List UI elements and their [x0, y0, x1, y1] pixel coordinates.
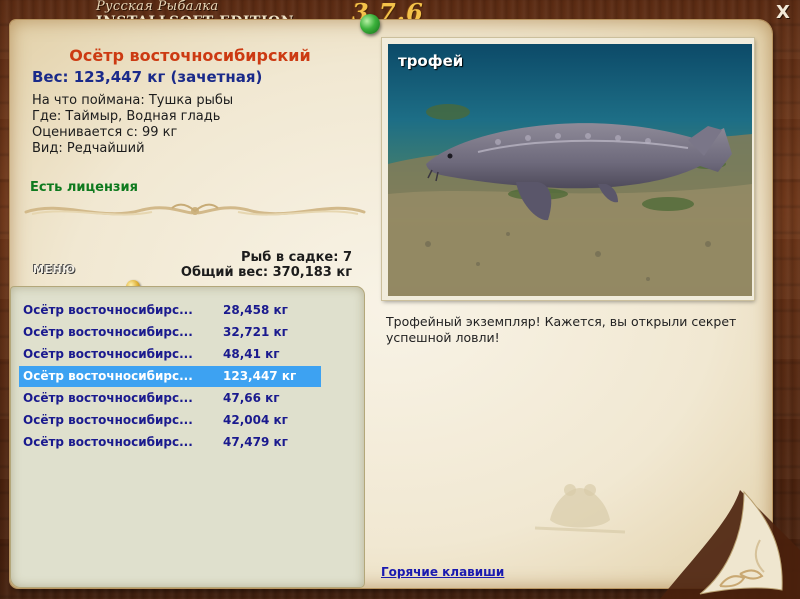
catch-item-name: Осётр восточносибирс... [23, 347, 193, 361]
detail-rating: Оценивается с: 99 кг [32, 125, 178, 140]
catch-list-item[interactable]: Осётр восточносибирс... 28,458 кг [19, 300, 321, 321]
fish-weight: Вес: 123,447 кг (зачетная) [32, 68, 263, 86]
keepnet-stats: Рыб в садке: 7 Общий вес: 370,183 кг [170, 250, 352, 280]
catch-item-weight: 42,004 кг [223, 413, 288, 427]
catch-item-weight: 47,66 кг [223, 391, 280, 405]
catch-item-name: Осётр восточносибирс... [23, 413, 193, 427]
keepnet-count: Рыб в садке: 7 [240, 250, 352, 265]
catch-item-weight: 28,458 кг [223, 303, 288, 317]
catch-item-name: Осётр восточносибирс... [23, 369, 193, 383]
trophy-message: Трофейный экземпляр! Кажется, вы открыли… [386, 314, 737, 345]
detail-location: Где: Таймыр, Водная гладь [32, 109, 221, 124]
catch-item-name: Осётр восточносибирс... [23, 391, 193, 405]
fish-details: На что поймана: Тушка рыбы Где: Таймыр, … [32, 93, 233, 157]
catch-item-weight: 47,479 кг [223, 435, 288, 449]
hotkeys-link[interactable]: Горячие клавиши [381, 565, 504, 579]
keepnet-total-weight: Общий вес: 370,183 кг [180, 265, 352, 280]
fish-name: Осётр восточносибирский [69, 46, 311, 65]
app-title-line1: Русская Рыбалка [96, 0, 219, 14]
sturgeon-icon [388, 44, 752, 296]
catch-item-weight: 48,41 кг [223, 347, 280, 361]
menu-button[interactable]: МЕНЮ [33, 263, 76, 276]
catch-item-name: Осётр восточносибирс... [23, 303, 193, 317]
photo-label: трофей [398, 52, 464, 70]
catch-list-item[interactable]: Осётр восточносибирс... 48,41 кг [19, 344, 321, 365]
catch-list-item[interactable]: Осётр восточносибирс... 42,004 кг [19, 410, 321, 431]
page-curl-icon [660, 490, 800, 599]
catch-list-item[interactable]: Осётр восточносибирс... 123,447 кг [19, 366, 321, 387]
catch-item-weight: 123,447 кг [223, 369, 297, 383]
catch-list-item[interactable]: Осётр восточносибирс... 47,479 кг [19, 432, 321, 453]
catch-item-weight: 32,721 кг [223, 325, 288, 339]
catch-list-item[interactable]: Осётр восточносибирс... 47,66 кг [19, 388, 321, 409]
trophy-photo [388, 44, 752, 296]
detail-rarity: Вид: Редчайший [32, 141, 145, 156]
catch-item-name: Осётр восточносибирс... [23, 325, 193, 339]
close-button[interactable]: X [774, 4, 792, 22]
detail-bait: На что поймана: Тушка рыбы [32, 93, 234, 108]
catch-item-name: Осётр восточносибирс... [23, 435, 193, 449]
catch-list-item[interactable]: Осётр восточносибирс... 32,721 кг [19, 322, 321, 343]
ornament-divider-icon [24, 203, 366, 216]
fish-watermark-icon [534, 484, 626, 534]
license-status: Есть лицензия [30, 180, 138, 195]
green-pushpin-icon [360, 14, 380, 34]
